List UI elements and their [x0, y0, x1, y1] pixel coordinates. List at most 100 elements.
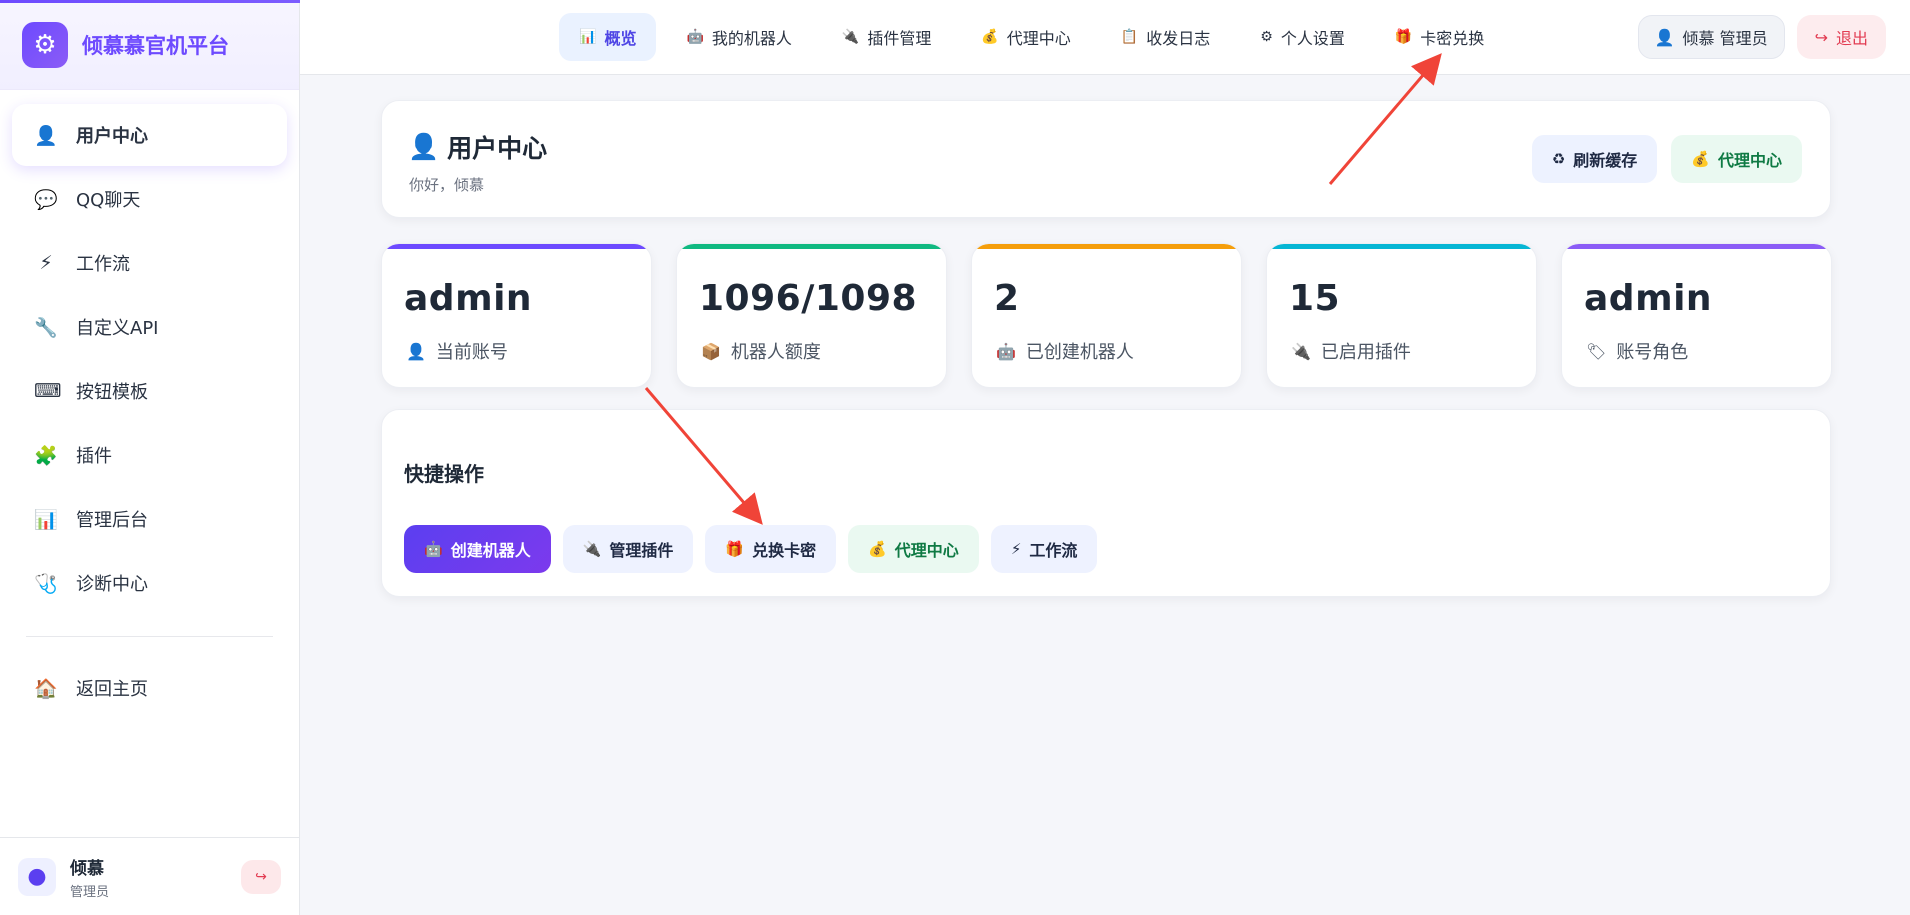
user-icon: 👤 — [1654, 27, 1675, 47]
sidebar-item-qq-chat[interactable]: 💬 QQ聊天 — [12, 168, 287, 230]
sidebar-item-admin[interactable]: 📊 管理后台 — [12, 488, 287, 550]
stat-accent-bar — [1562, 244, 1831, 249]
tab-my-bots[interactable]: 🤖 我的机器人 — [666, 13, 811, 61]
tab-card-redeem[interactable]: 🎁 卡密兑换 — [1375, 13, 1504, 61]
chat-icon: 💬 — [34, 188, 58, 211]
gear-icon: ⚙ — [22, 21, 68, 68]
stats-row: admin 👤 当前账号 1096/1098 📦 机器人额度 2 🤖 已创建机器… — [381, 243, 1832, 388]
stat-accent-bar — [382, 244, 651, 249]
top-navbar: 📊 概览 🤖 我的机器人 🔌 插件管理 💰 代理中心 📋 收发日志 ⚙ 个人设置… — [300, 0, 1910, 75]
tab-message-logs[interactable]: 📋 收发日志 — [1101, 13, 1230, 61]
stat-accent-bar — [972, 244, 1241, 249]
stat-value: 15 — [1289, 278, 1341, 319]
money-bag-icon: 💰 — [868, 540, 887, 558]
sidebar-accent-line — [0, 0, 300, 3]
stat-label-text: 账号角色 — [1616, 342, 1689, 363]
sidebar-item-label: QQ聊天 — [76, 190, 141, 211]
sidebar-item-label: 工作流 — [76, 254, 130, 275]
manage-plugins-label: 管理插件 — [609, 541, 674, 560]
user-role: 管理员 — [70, 884, 110, 900]
stethoscope-icon: 🩺 — [34, 572, 58, 595]
tab-overview[interactable]: 📊 概览 — [559, 13, 657, 61]
user-pill-label: 倾慕 管理员 — [1682, 29, 1768, 48]
stat-card-created-bots: 2 🤖 已创建机器人 — [971, 243, 1242, 388]
tab-plugin-management[interactable]: 🔌 插件管理 — [822, 13, 951, 61]
logout-icon-button[interactable]: ↪ — [241, 859, 281, 894]
plug-icon: 🔌 — [1291, 341, 1311, 361]
puzzle-icon: 🧩 — [34, 444, 58, 467]
logout-icon: ↪ — [1814, 27, 1828, 47]
stat-card-account-role: admin 🏷 账号角色 — [1561, 243, 1832, 388]
refresh-cache-button[interactable]: ♻ 刷新缓存 — [1531, 135, 1658, 183]
user-icon: 👤 — [408, 132, 440, 161]
stat-card-current-account: admin 👤 当前账号 — [381, 243, 652, 388]
sidebar-item-button-templates[interactable]: ⌨ 按钮模板 — [12, 360, 287, 422]
stat-label-text: 已创建机器人 — [1025, 342, 1134, 363]
stat-value: admin — [1584, 278, 1713, 319]
stat-label: 👤 当前账号 — [406, 338, 508, 364]
sidebar-item-label: 诊断中心 — [76, 574, 148, 595]
money-bag-icon: 💰 — [1691, 150, 1710, 168]
tab-label: 卡密兑换 — [1420, 29, 1485, 48]
tab-personal-settings[interactable]: ⚙ 个人设置 — [1240, 13, 1365, 61]
stat-card-bot-quota: 1096/1098 📦 机器人额度 — [676, 243, 947, 388]
quick-actions-title: 快捷操作 — [404, 462, 484, 486]
create-bot-label: 创建机器人 — [450, 541, 531, 560]
agent-center-button[interactable]: 💰 代理中心 — [1671, 135, 1802, 183]
bolt-icon: ⚡ — [1010, 540, 1022, 558]
quick-agent-center-label: 代理中心 — [894, 541, 959, 560]
stat-accent-bar — [1267, 244, 1536, 249]
tab-label: 收发日志 — [1146, 29, 1211, 48]
page-title-text: 用户中心 — [447, 134, 548, 163]
plug-icon: 🔌 — [841, 29, 860, 45]
workflow-button[interactable]: ⚡ 工作流 — [990, 525, 1098, 573]
refresh-cache-label: 刷新缓存 — [1573, 151, 1638, 170]
brand[interactable]: ⚙ 倾慕慕官机平台 — [0, 0, 299, 90]
quick-agent-center-button[interactable]: 💰 代理中心 — [848, 525, 979, 573]
manage-plugins-button[interactable]: 🔌 管理插件 — [562, 525, 694, 573]
user-name: 倾慕 — [70, 858, 104, 879]
header-actions: ♻ 刷新缓存 💰 代理中心 — [1531, 135, 1802, 183]
sidebar-item-diagnostics[interactable]: 🩺 诊断中心 — [12, 552, 287, 614]
home-icon: 🏠 — [34, 677, 58, 700]
sidebar-footer: ● 倾慕 管理员 ↪ — [0, 837, 299, 915]
sidebar-item-home[interactable]: 🏠 返回主页 — [12, 657, 287, 719]
stat-label-text: 机器人额度 — [730, 342, 821, 363]
tab-label: 代理中心 — [1006, 29, 1071, 48]
package-icon: 📦 — [701, 341, 721, 361]
stat-accent-bar — [677, 244, 946, 249]
gift-icon: 🎁 — [1394, 29, 1413, 45]
tag-icon: 🏷 — [1586, 341, 1607, 361]
stat-label: 🏷 账号角色 — [1586, 338, 1688, 364]
gear-icon: ⚙ — [1260, 29, 1273, 45]
sidebar-item-custom-api[interactable]: 🔧 自定义API — [12, 296, 287, 358]
bolt-icon: ⚡ — [39, 252, 53, 274]
brand-title: 倾慕慕官机平台 — [82, 33, 229, 58]
logout-button[interactable]: ↪ 退出 — [1796, 15, 1886, 59]
sidebar-nav: 👤 用户中心 💬 QQ聊天 ⚡ 工作流 🔧 自定义API ⌨ 按钮模板 🧩 插件… — [0, 90, 299, 837]
create-bot-button[interactable]: 🤖 创建机器人 — [404, 525, 551, 573]
sidebar-item-label: 按钮模板 — [76, 382, 148, 403]
stat-label-text: 已启用插件 — [1320, 342, 1411, 363]
sidebar-item-workflow[interactable]: ⚡ 工作流 — [12, 232, 287, 294]
keyboard-icon: ⌨ — [34, 380, 62, 402]
sidebar-item-label: 插件 — [76, 446, 112, 467]
tab-label: 插件管理 — [867, 29, 932, 48]
tab-agent-center[interactable]: 💰 代理中心 — [961, 13, 1090, 61]
greeting-text: 你好，倾慕 — [409, 176, 485, 194]
sidebar-item-label: 管理后台 — [76, 510, 148, 531]
stat-label: 📦 机器人额度 — [701, 338, 821, 364]
sidebar-item-plugins[interactable]: 🧩 插件 — [12, 424, 287, 486]
user-meta: 倾慕 管理员 — [70, 854, 241, 900]
quick-actions-buttons: 🤖 创建机器人 🔌 管理插件 🎁 兑换卡密 💰 代理中心 ⚡ 工作流 — [404, 525, 1098, 573]
stat-label-text: 当前账号 — [435, 342, 508, 363]
agent-center-label: 代理中心 — [1717, 151, 1782, 170]
sidebar-item-user-center[interactable]: 👤 用户中心 — [12, 104, 287, 166]
top-right-actions: 👤 倾慕 管理员 ↪ 退出 — [1637, 15, 1886, 59]
sidebar-item-label: 用户中心 — [76, 126, 148, 147]
redeem-card-button[interactable]: 🎁 兑换卡密 — [705, 525, 837, 573]
wrench-icon: 🔧 — [34, 316, 58, 339]
user-pill[interactable]: 👤 倾慕 管理员 — [1637, 15, 1785, 59]
gift-icon: 🎁 — [725, 540, 745, 558]
user-icon: 👤 — [406, 341, 426, 361]
